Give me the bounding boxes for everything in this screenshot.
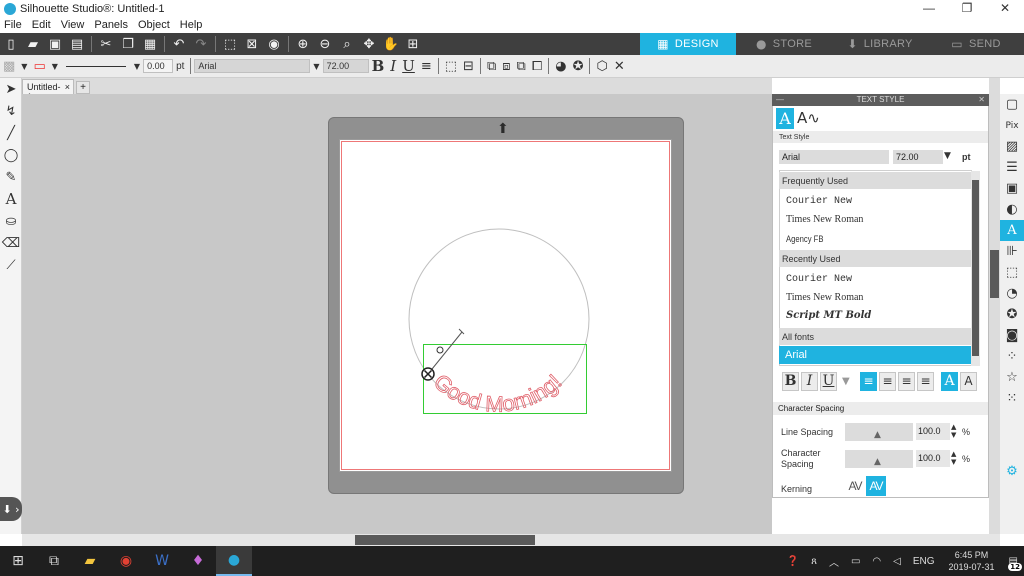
horizontal-scroll-thumb[interactable]	[355, 535, 535, 545]
clock-date: 2019-07-31	[948, 562, 995, 572]
file-explorer-icon[interactable]: ▰	[72, 546, 108, 576]
char-spacing-value[interactable]: 100.0	[916, 450, 950, 467]
all-fonts-header: All fonts	[779, 328, 971, 345]
recently-used-header: Recently Used	[779, 250, 971, 267]
fill-color-icon[interactable]: ◐	[1000, 199, 1024, 220]
section-label: Text Style	[779, 134, 810, 141]
char-spacing-percent: %	[962, 454, 971, 464]
font-item-courier[interactable]: Courier New	[786, 196, 852, 207]
paint3d-icon[interactable]: ♦	[180, 546, 216, 576]
selected-font-label: Arial	[785, 349, 808, 361]
rotate-handle-line	[427, 331, 463, 375]
sketch-icon[interactable]: ⁙	[1000, 388, 1024, 409]
link-handle-icon[interactable]	[436, 346, 444, 354]
clock-time: 6:45 PM	[954, 550, 989, 560]
text-style-icon[interactable]: A	[1000, 220, 1024, 241]
underline-dropdown-icon[interactable]: ▼	[842, 376, 850, 387]
panel-font-field[interactable]: Arial	[779, 150, 889, 164]
word-icon[interactable]: W	[144, 546, 180, 576]
justify-button[interactable]: ≡	[917, 372, 934, 391]
help-icon[interactable]: ❓	[787, 556, 799, 567]
star-effects-icon[interactable]: ✪	[1000, 304, 1024, 325]
modify-icon[interactable]: ◔	[1000, 283, 1024, 304]
all-fonts-label: All fonts	[782, 332, 815, 342]
panel-font-value: Arial	[782, 152, 801, 162]
preferences-gear-icon[interactable]: ⚙	[1000, 461, 1024, 482]
size-dropdown-icon[interactable]: ▼	[944, 151, 951, 161]
slider-thumb-icon[interactable]: ▲	[874, 457, 881, 467]
char-spacing-stepper-icon[interactable]: ▲ ▼	[951, 450, 956, 466]
image-icon[interactable]: ▨	[1000, 136, 1024, 157]
size-unit: pt	[962, 152, 971, 162]
wifi-icon[interactable]: ◠	[872, 556, 881, 567]
character-spacing-label: Character Spacing	[778, 404, 845, 413]
panel-close-icon[interactable]: ✕	[978, 94, 985, 106]
font-item-selected[interactable]: Arial	[779, 346, 971, 364]
notification-center-icon[interactable]: ▤ 12	[1008, 556, 1022, 571]
text-style-tab-icon[interactable]: A	[776, 108, 794, 129]
chrome-icon[interactable]: ◉	[108, 546, 144, 576]
frequently-used-header: Frequently Used	[779, 172, 971, 189]
line-spacing-stepper-icon[interactable]: ▲ ▼	[951, 423, 956, 439]
kerning-off-button[interactable]: AV	[845, 476, 865, 496]
rhinestone-icon[interactable]: ⁘	[1000, 346, 1024, 367]
align-right-button[interactable]: ≡	[898, 372, 915, 391]
clock[interactable]: 6:45 PM 2019-07-31	[949, 549, 995, 573]
kerning-on-button[interactable]: AV	[866, 476, 886, 496]
offset-icon[interactable]: ◙	[1000, 325, 1024, 346]
panel-italic-button[interactable]: I	[801, 372, 818, 391]
replicate-icon[interactable]: ⬚	[1000, 262, 1024, 283]
panel-bold-button[interactable]: B	[782, 372, 799, 391]
character-spacing-bar: Character Spacing	[773, 402, 988, 415]
recently-used-label: Recently Used	[782, 254, 841, 264]
task-view-icon[interactable]: ⧉	[36, 546, 72, 576]
panel-dock-icon[interactable]: —	[776, 94, 784, 106]
page-setup-icon[interactable]: ▢	[1000, 94, 1024, 115]
frequently-used-label: Frequently Used	[782, 176, 849, 186]
system-tray: ❓ ጸ ︿ ▭ ◠ ◁ ENG 6:45 PM 2019-07-31 ▤ 12	[781, 546, 1024, 576]
favorite-star-icon[interactable]: ☆	[1000, 367, 1024, 388]
text-on-path-tab-icon[interactable]: A∿	[797, 108, 820, 129]
panel-underline-button[interactable]: U	[820, 372, 837, 391]
font-item-courier-recent[interactable]: Courier New	[786, 274, 852, 285]
volume-icon[interactable]: ◁	[893, 556, 901, 567]
panel-title: TEXT STYLE	[856, 95, 905, 104]
people-icon[interactable]: ጸ	[811, 556, 817, 567]
line-spacing-label: Line Spacing	[781, 427, 834, 437]
horizontal-text-button[interactable]: A	[941, 372, 958, 391]
line-spacing-slider[interactable]: ▲	[845, 423, 913, 441]
kerning-label: Kerning	[781, 484, 813, 494]
curved-text[interactable]: Good Morning!	[429, 369, 567, 418]
windows-taskbar: ⊞ ⧉ ▰ ◉ W ♦ ● ❓ ጸ ︿ ▭ ◠ ◁ ENG 6:45 PM 20…	[0, 546, 1024, 576]
vertical-scrollbar[interactable]	[989, 78, 1000, 534]
font-item-times-recent[interactable]: Times New Roman	[786, 292, 863, 303]
char-spacing-slider[interactable]: ▲	[845, 450, 913, 468]
vertical-text-button[interactable]: A	[960, 372, 977, 391]
font-list-scroll-thumb[interactable]	[972, 180, 979, 356]
char-spacing-label: Character Spacing	[781, 448, 821, 469]
panel-header: — TEXT STYLE ✕	[772, 94, 989, 106]
font-item-script[interactable]: Script MT Bold	[786, 310, 871, 321]
show-hidden-icons-icon[interactable]: ︿	[829, 554, 839, 569]
vertical-scroll-thumb[interactable]	[990, 250, 999, 298]
align-panel-icon[interactable]: ⊪	[1000, 241, 1024, 262]
silhouette-studio-taskbar-icon[interactable]: ●	[216, 546, 252, 576]
panel-size-field[interactable]: 72.00	[893, 150, 943, 164]
line-spacing-value[interactable]: 100.0	[916, 423, 950, 440]
notification-count: 12	[1008, 562, 1022, 571]
line-spacing-percent: %	[962, 427, 971, 437]
trace-icon[interactable]: ▣	[1000, 178, 1024, 199]
windows-start-icon[interactable]: ⊞	[0, 546, 36, 576]
font-item-times[interactable]: Times New Roman	[786, 214, 863, 225]
panel-size-value: 72.00	[896, 152, 919, 162]
slider-thumb-icon[interactable]: ▲	[874, 430, 881, 440]
pixscan-icon[interactable]: Pix	[1000, 115, 1024, 136]
language-indicator[interactable]: ENG	[913, 556, 935, 567]
grid-lines-icon[interactable]: ☰	[1000, 157, 1024, 178]
right-panel-bar: ▢ Pix ▨ ☰ ▣ ◐ A ⊪ ⬚ ◔ ✪ ◙ ⁘ ☆ ⁙ ⚙	[1000, 94, 1024, 534]
align-center-button[interactable]: ≡	[879, 372, 896, 391]
font-item-agency[interactable]: Agency FB	[786, 234, 823, 244]
battery-icon[interactable]: ▭	[851, 556, 860, 567]
align-left-button[interactable]: ≡	[860, 372, 877, 391]
